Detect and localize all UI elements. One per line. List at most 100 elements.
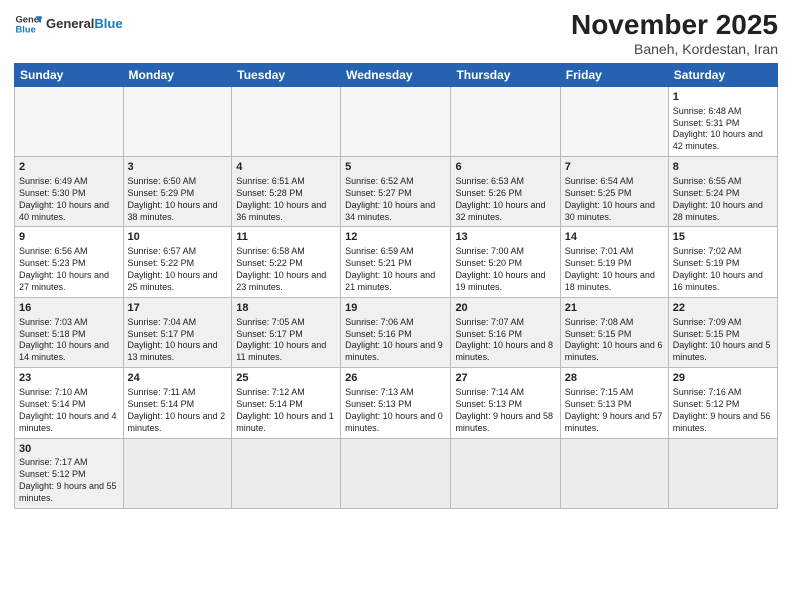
calendar-day-cell: 13Sunrise: 7:00 AM Sunset: 5:20 PM Dayli… <box>451 227 560 297</box>
calendar-week-row: 16Sunrise: 7:03 AM Sunset: 5:18 PM Dayli… <box>15 297 778 367</box>
day-number: 29 <box>673 371 773 386</box>
calendar-day-cell: 23Sunrise: 7:10 AM Sunset: 5:14 PM Dayli… <box>15 368 124 438</box>
day-info: Sunrise: 6:56 AM Sunset: 5:23 PM Dayligh… <box>19 246 119 294</box>
calendar-week-row: 2Sunrise: 6:49 AM Sunset: 5:30 PM Daylig… <box>15 157 778 227</box>
day-info: Sunrise: 6:58 AM Sunset: 5:22 PM Dayligh… <box>236 246 336 294</box>
day-number: 14 <box>565 230 664 245</box>
weekday-header-monday: Monday <box>123 63 232 86</box>
calendar-day-cell: 12Sunrise: 6:59 AM Sunset: 5:21 PM Dayli… <box>341 227 451 297</box>
calendar-day-cell: 25Sunrise: 7:12 AM Sunset: 5:14 PM Dayli… <box>232 368 341 438</box>
day-number: 4 <box>236 160 336 175</box>
day-number: 6 <box>455 160 555 175</box>
calendar-day-cell: 10Sunrise: 6:57 AM Sunset: 5:22 PM Dayli… <box>123 227 232 297</box>
day-number: 17 <box>128 301 228 316</box>
calendar-day-cell: 3Sunrise: 6:50 AM Sunset: 5:29 PM Daylig… <box>123 157 232 227</box>
day-number: 23 <box>19 371 119 386</box>
day-info: Sunrise: 7:01 AM Sunset: 5:19 PM Dayligh… <box>565 246 664 294</box>
calendar-day-cell: 18Sunrise: 7:05 AM Sunset: 5:17 PM Dayli… <box>232 297 341 367</box>
calendar-day-cell <box>451 86 560 156</box>
weekday-header-tuesday: Tuesday <box>232 63 341 86</box>
calendar-day-cell: 11Sunrise: 6:58 AM Sunset: 5:22 PM Dayli… <box>232 227 341 297</box>
calendar-day-cell: 28Sunrise: 7:15 AM Sunset: 5:13 PM Dayli… <box>560 368 668 438</box>
day-info: Sunrise: 7:10 AM Sunset: 5:14 PM Dayligh… <box>19 387 119 435</box>
day-number: 13 <box>455 230 555 245</box>
weekday-header-wednesday: Wednesday <box>341 63 451 86</box>
calendar-day-cell <box>341 438 451 508</box>
calendar-week-row: 23Sunrise: 7:10 AM Sunset: 5:14 PM Dayli… <box>15 368 778 438</box>
day-number: 19 <box>345 301 446 316</box>
weekday-header-thursday: Thursday <box>451 63 560 86</box>
day-number: 9 <box>19 230 119 245</box>
day-info: Sunrise: 7:05 AM Sunset: 5:17 PM Dayligh… <box>236 317 336 365</box>
day-info: Sunrise: 7:06 AM Sunset: 5:16 PM Dayligh… <box>345 317 446 365</box>
day-info: Sunrise: 6:48 AM Sunset: 5:31 PM Dayligh… <box>673 106 773 154</box>
day-info: Sunrise: 7:14 AM Sunset: 5:13 PM Dayligh… <box>455 387 555 435</box>
day-number: 3 <box>128 160 228 175</box>
calendar-day-cell <box>451 438 560 508</box>
day-info: Sunrise: 6:54 AM Sunset: 5:25 PM Dayligh… <box>565 176 664 224</box>
day-info: Sunrise: 6:53 AM Sunset: 5:26 PM Dayligh… <box>455 176 555 224</box>
day-info: Sunrise: 7:00 AM Sunset: 5:20 PM Dayligh… <box>455 246 555 294</box>
calendar-day-cell <box>560 86 668 156</box>
calendar-day-cell <box>232 86 341 156</box>
day-info: Sunrise: 7:11 AM Sunset: 5:14 PM Dayligh… <box>128 387 228 435</box>
logo-general-text: General <box>46 16 94 31</box>
day-number: 16 <box>19 301 119 316</box>
day-info: Sunrise: 7:02 AM Sunset: 5:19 PM Dayligh… <box>673 246 773 294</box>
day-number: 25 <box>236 371 336 386</box>
day-number: 20 <box>455 301 555 316</box>
day-info: Sunrise: 7:17 AM Sunset: 5:12 PM Dayligh… <box>19 457 119 505</box>
calendar-day-cell: 8Sunrise: 6:55 AM Sunset: 5:24 PM Daylig… <box>668 157 777 227</box>
svg-text:Blue: Blue <box>16 25 36 35</box>
logo: General Blue GeneralBlue <box>14 10 123 38</box>
calendar-day-cell: 26Sunrise: 7:13 AM Sunset: 5:13 PM Dayli… <box>341 368 451 438</box>
day-info: Sunrise: 6:52 AM Sunset: 5:27 PM Dayligh… <box>345 176 446 224</box>
day-number: 26 <box>345 371 446 386</box>
month-title: November 2025 <box>571 10 778 41</box>
calendar-day-cell <box>15 86 124 156</box>
day-number: 7 <box>565 160 664 175</box>
day-number: 18 <box>236 301 336 316</box>
calendar-day-cell <box>341 86 451 156</box>
day-number: 2 <box>19 160 119 175</box>
calendar-day-cell: 1Sunrise: 6:48 AM Sunset: 5:31 PM Daylig… <box>668 86 777 156</box>
day-info: Sunrise: 6:59 AM Sunset: 5:21 PM Dayligh… <box>345 246 446 294</box>
calendar-day-cell: 27Sunrise: 7:14 AM Sunset: 5:13 PM Dayli… <box>451 368 560 438</box>
day-number: 24 <box>128 371 228 386</box>
calendar-day-cell: 9Sunrise: 6:56 AM Sunset: 5:23 PM Daylig… <box>15 227 124 297</box>
day-number: 5 <box>345 160 446 175</box>
day-number: 11 <box>236 230 336 245</box>
day-number: 28 <box>565 371 664 386</box>
day-info: Sunrise: 7:07 AM Sunset: 5:16 PM Dayligh… <box>455 317 555 365</box>
calendar-day-cell <box>232 438 341 508</box>
calendar-day-cell: 29Sunrise: 7:16 AM Sunset: 5:12 PM Dayli… <box>668 368 777 438</box>
day-number: 8 <box>673 160 773 175</box>
day-info: Sunrise: 7:03 AM Sunset: 5:18 PM Dayligh… <box>19 317 119 365</box>
calendar-week-row: 1Sunrise: 6:48 AM Sunset: 5:31 PM Daylig… <box>15 86 778 156</box>
calendar-day-cell <box>668 438 777 508</box>
day-number: 21 <box>565 301 664 316</box>
calendar-day-cell: 7Sunrise: 6:54 AM Sunset: 5:25 PM Daylig… <box>560 157 668 227</box>
logo-wordmark: GeneralBlue <box>46 17 123 31</box>
calendar-day-cell: 14Sunrise: 7:01 AM Sunset: 5:19 PM Dayli… <box>560 227 668 297</box>
day-info: Sunrise: 7:16 AM Sunset: 5:12 PM Dayligh… <box>673 387 773 435</box>
calendar-day-cell: 6Sunrise: 6:53 AM Sunset: 5:26 PM Daylig… <box>451 157 560 227</box>
day-number: 27 <box>455 371 555 386</box>
day-number: 12 <box>345 230 446 245</box>
day-info: Sunrise: 6:49 AM Sunset: 5:30 PM Dayligh… <box>19 176 119 224</box>
calendar-day-cell: 17Sunrise: 7:04 AM Sunset: 5:17 PM Dayli… <box>123 297 232 367</box>
day-number: 1 <box>673 90 773 105</box>
calendar-day-cell: 30Sunrise: 7:17 AM Sunset: 5:12 PM Dayli… <box>15 438 124 508</box>
calendar-day-cell: 5Sunrise: 6:52 AM Sunset: 5:27 PM Daylig… <box>341 157 451 227</box>
day-info: Sunrise: 7:13 AM Sunset: 5:13 PM Dayligh… <box>345 387 446 435</box>
calendar-day-cell: 22Sunrise: 7:09 AM Sunset: 5:15 PM Dayli… <box>668 297 777 367</box>
calendar-week-row: 9Sunrise: 6:56 AM Sunset: 5:23 PM Daylig… <box>15 227 778 297</box>
day-info: Sunrise: 7:08 AM Sunset: 5:15 PM Dayligh… <box>565 317 664 365</box>
day-info: Sunrise: 6:57 AM Sunset: 5:22 PM Dayligh… <box>128 246 228 294</box>
day-info: Sunrise: 6:55 AM Sunset: 5:24 PM Dayligh… <box>673 176 773 224</box>
day-info: Sunrise: 7:15 AM Sunset: 5:13 PM Dayligh… <box>565 387 664 435</box>
calendar-day-cell: 24Sunrise: 7:11 AM Sunset: 5:14 PM Dayli… <box>123 368 232 438</box>
weekday-header-sunday: Sunday <box>15 63 124 86</box>
logo-icon: General Blue <box>14 10 42 38</box>
day-number: 15 <box>673 230 773 245</box>
